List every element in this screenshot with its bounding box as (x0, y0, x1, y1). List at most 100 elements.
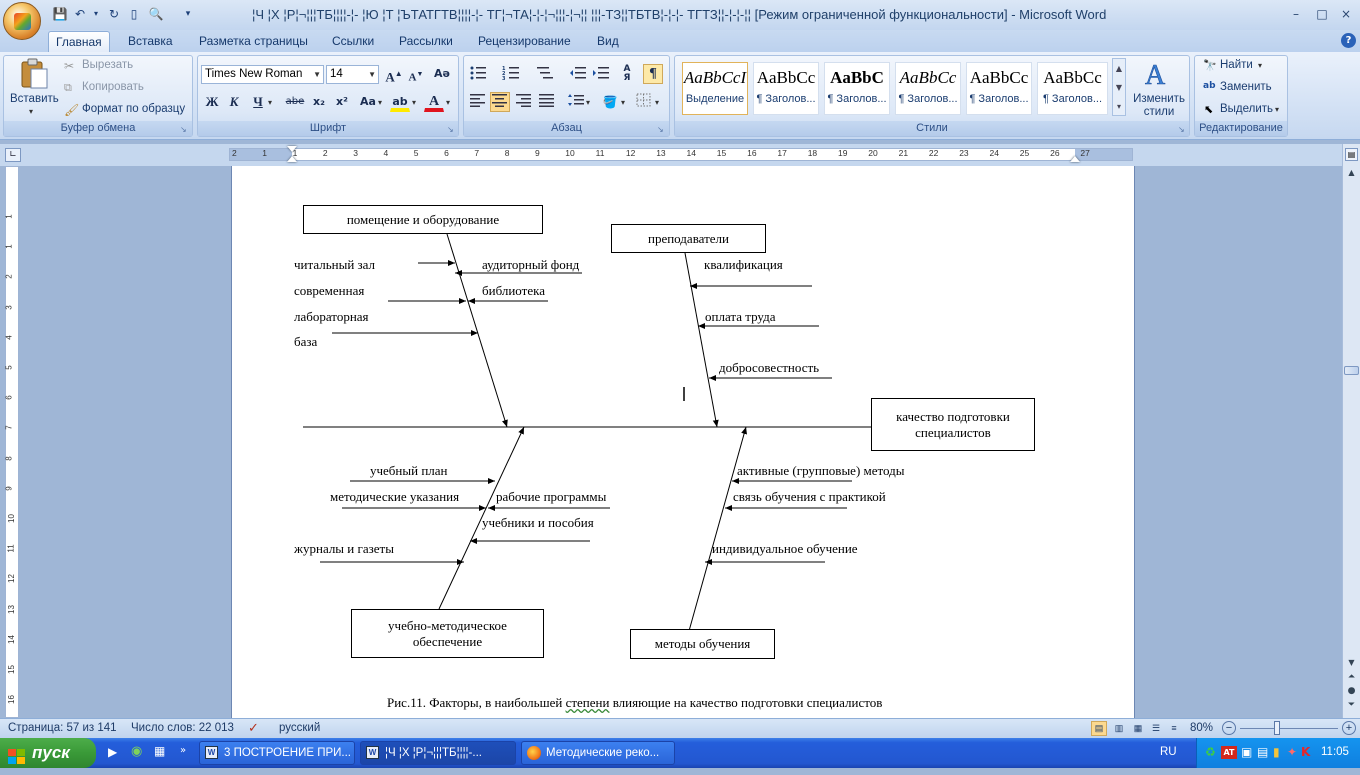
tab-page-layout[interactable]: Разметка страницы (192, 31, 315, 52)
help-icon[interactable]: ? (1341, 33, 1356, 48)
tab-home[interactable]: Главная (48, 31, 110, 52)
outline-view-icon[interactable]: ☰ (1148, 721, 1164, 736)
style-heading-2[interactable]: AaBbC ¶ Заголов... (824, 62, 890, 115)
scroll-thumb[interactable] (1344, 366, 1359, 375)
tab-selector[interactable]: ∟ (5, 148, 21, 162)
print-preview-icon[interactable]: 🔍 (148, 6, 164, 22)
select-button[interactable]: Выделить (1220, 103, 1273, 115)
tray-kaspersky-icon[interactable]: K (1301, 745, 1310, 759)
font-dialog-launcher-icon[interactable]: ↘ (447, 125, 454, 134)
zoom-out-icon[interactable]: − (1222, 721, 1236, 735)
language-indicator[interactable]: русский (279, 722, 320, 734)
borders-dropdown-icon[interactable]: ▾ (655, 98, 659, 107)
italic-button[interactable]: К (224, 92, 244, 112)
zoom-slider-thumb[interactable] (1274, 721, 1280, 735)
print-layout-icon[interactable]: ▤ (1091, 721, 1107, 736)
font-name-dropdown-icon[interactable]: ▼ (313, 66, 321, 83)
find-button[interactable]: Найти (1220, 59, 1253, 71)
zoom-in-icon[interactable]: + (1342, 721, 1356, 735)
font-size-dropdown-icon[interactable]: ▼ (368, 66, 376, 83)
font-name-combo[interactable]: Times New Roman ▼ (201, 65, 324, 84)
shrink-font-icon[interactable]: A▼ (406, 64, 426, 84)
caption-grammar-word[interactable]: степени (566, 695, 610, 710)
tray-device-icon[interactable]: ▮ (1273, 745, 1280, 759)
horizontal-ruler[interactable]: 2 1 1 2 3 4 5 6 7 8 9 10 11 12 13 14 15 16 17 18 19 20 21 22 23 2… (229, 148, 1133, 161)
styles-scroll[interactable]: ▲ ▼ ▾ (1112, 58, 1126, 116)
numbering-icon[interactable]: 123 (501, 64, 521, 84)
line-spacing-dropdown-icon[interactable]: ▾ (586, 98, 590, 107)
close-button[interactable]: × (1334, 5, 1358, 23)
minimize-button[interactable]: – (1284, 5, 1308, 23)
save-icon[interactable]: 💾 (52, 6, 68, 22)
undo-dropdown-icon[interactable]: ▾ (88, 6, 104, 22)
right-indent-marker[interactable] (1070, 156, 1080, 162)
proofing-icon[interactable]: ✓ (248, 720, 259, 736)
language-bar[interactable]: RU (1160, 746, 1177, 758)
web-layout-icon[interactable]: ▦ (1130, 721, 1146, 736)
shading-icon[interactable]: 🪣 (600, 92, 620, 112)
highlight-dropdown-icon[interactable]: ▾ (412, 98, 416, 107)
highlight-color-icon[interactable]: ab (390, 92, 410, 112)
align-left-icon[interactable] (468, 92, 488, 112)
find-dropdown-icon[interactable]: ▾ (1258, 61, 1262, 70)
vertical-ruler[interactable]: 1 1 2 3 4 5 6 7 8 9 10 11 12 13 14 15 16 (5, 166, 19, 718)
font-size-combo[interactable]: 14 ▼ (326, 65, 379, 84)
tray-tools-icon[interactable]: ✦ (1287, 745, 1297, 759)
styles-dialog-launcher-icon[interactable]: ↘ (1178, 125, 1185, 134)
style-heading-3[interactable]: AaBbCc ¶ Заголов... (895, 62, 961, 115)
paste-icon[interactable] (19, 58, 49, 90)
strikethrough-button[interactable]: abe (282, 92, 308, 112)
task-window-3[interactable]: Методические реко... (521, 741, 675, 765)
decrease-indent-icon[interactable] (568, 64, 588, 84)
tray-antivirus-icon[interactable]: AT (1221, 746, 1237, 759)
zoom-level[interactable]: 80% (1190, 722, 1213, 734)
font-color-icon[interactable]: A (424, 92, 444, 112)
maximize-button[interactable]: □ (1310, 5, 1334, 23)
change-case-dropdown-icon[interactable]: ▾ (378, 98, 382, 107)
clear-formatting-icon[interactable]: Aǝ (432, 64, 452, 84)
font-color-dropdown-icon[interactable]: ▾ (446, 98, 450, 107)
full-screen-reading-icon[interactable]: ▥ (1111, 721, 1127, 736)
vertical-scrollbar[interactable]: ▤ ▲ ▼ ⏶ ● ⏷ (1342, 144, 1360, 718)
zoom-slider-track[interactable] (1240, 728, 1338, 729)
hanging-indent-marker[interactable] (287, 156, 297, 162)
style-heading-5[interactable]: AaBbCc ¶ Заголов... (1037, 62, 1108, 115)
select-browse-object-icon[interactable]: ● (1345, 684, 1358, 698)
scroll-down-icon[interactable]: ▼ (1345, 656, 1358, 670)
shading-dropdown-icon[interactable]: ▾ (621, 98, 625, 107)
justify-icon[interactable] (537, 92, 557, 112)
tab-review[interactable]: Рецензирование (471, 31, 578, 52)
next-page-icon[interactable]: ⏷ (1345, 698, 1358, 712)
align-center-icon[interactable] (490, 92, 510, 112)
scroll-up-icon[interactable]: ▲ (1345, 166, 1358, 180)
paragraph-dialog-launcher-icon[interactable]: ↘ (657, 125, 664, 134)
tray-display-icon[interactable]: ▣ (1241, 745, 1252, 759)
office-button[interactable] (3, 2, 41, 40)
clipboard-dialog-launcher-icon[interactable]: ↘ (180, 125, 187, 134)
style-heading-4[interactable]: AaBbCc ¶ Заголов... (966, 62, 1032, 115)
tab-insert[interactable]: Вставка (121, 31, 180, 52)
grow-font-icon[interactable]: A▲ (384, 64, 404, 84)
borders-icon[interactable] (634, 92, 654, 112)
increase-indent-icon[interactable] (591, 64, 611, 84)
document-page[interactable]: помещение и оборудование преподаватели к… (232, 166, 1134, 718)
paste-dropdown-icon[interactable]: ▾ (29, 107, 33, 116)
sort-icon[interactable]: АЯ (617, 64, 637, 84)
copy-button[interactable]: Копировать (82, 81, 144, 93)
subscript-button[interactable]: x₂ (309, 92, 329, 112)
word-count[interactable]: Число слов: 22 013 (131, 722, 234, 734)
superscript-button[interactable]: x² (332, 92, 352, 112)
start-button[interactable]: пуск (0, 738, 96, 768)
task-window-2[interactable]: W ¦Ч ¦Х ¦Р¦¬¦¦¦ТБ¦¦¦¦-... (360, 741, 516, 765)
repeat-icon[interactable]: ↻ (106, 6, 122, 22)
show-formatting-marks-icon[interactable]: ¶ (643, 64, 663, 84)
previous-page-icon[interactable]: ⏶ (1345, 670, 1358, 684)
underline-dropdown-icon[interactable]: ▾ (268, 98, 272, 107)
select-dropdown-icon[interactable]: ▾ (1275, 105, 1279, 114)
bold-button[interactable]: Ж (202, 92, 222, 112)
new-document-icon[interactable]: ▯ (126, 6, 142, 22)
style-emphasis[interactable]: AaBbCcI Выделение (682, 62, 748, 115)
customize-toolbar-icon[interactable]: ▾ (180, 6, 196, 22)
quicklaunch-browser-icon[interactable]: ◉ (131, 744, 142, 759)
tab-mailings[interactable]: Рассылки (392, 31, 460, 52)
